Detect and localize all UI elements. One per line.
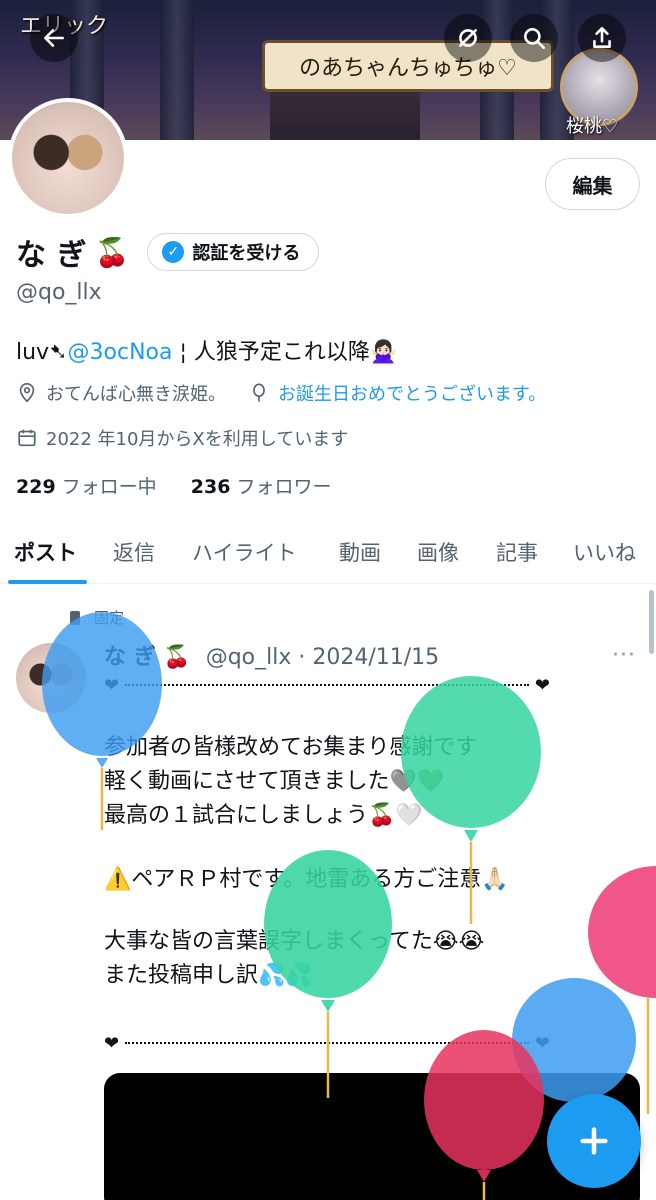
search-button[interactable] <box>510 14 558 62</box>
balloon-green-decoration <box>401 676 541 924</box>
following-link[interactable]: 229 フォロー中 <box>16 476 157 498</box>
get-verified-button[interactable]: ✓ 認証を受ける <box>147 233 320 271</box>
display-name: な ぎ <box>16 238 87 273</box>
verified-badge-icon: ✓ <box>162 241 185 263</box>
tab-videos[interactable]: 動画 <box>339 520 381 584</box>
tab-posts[interactable]: ポスト <box>8 520 87 584</box>
edit-profile-button[interactable]: 編集 <box>545 158 640 210</box>
tab-likes[interactable]: いいね <box>573 520 636 584</box>
following-label: フォロー中 <box>61 476 157 498</box>
back-arrow-icon <box>44 29 64 47</box>
profile-tabs: ポスト 返信 ハイライト 動画 画像 記事 いいね <box>0 520 656 584</box>
back-button[interactable] <box>30 14 78 62</box>
balloon-pink-decoration <box>424 1030 544 1200</box>
share-icon <box>593 26 611 48</box>
search-icon <box>524 28 546 50</box>
tab-images[interactable]: 画像 <box>417 520 459 584</box>
balloon-blue-decoration <box>42 612 162 830</box>
birthday-link[interactable]: お誕生日おめでとうございます。 <box>278 380 546 406</box>
name-emoji: 🍒 <box>94 235 130 269</box>
hide-button[interactable] <box>444 14 492 62</box>
tab-replies[interactable]: 返信 <box>113 520 155 584</box>
tab-articles[interactable]: 記事 <box>496 520 538 584</box>
location-pin-icon <box>16 382 38 404</box>
bio-suffix: ¦ 人狼予定これ以降🙅🏻‍♀️ <box>179 340 398 365</box>
banner-character-name: 桜桃♡ <box>566 116 619 137</box>
more-options-icon[interactable]: ··· <box>612 643 636 668</box>
profile-location: おてんば心無き涙姫。 <box>46 384 226 405</box>
scrollbar[interactable] <box>649 590 654 654</box>
compose-post-button[interactable] <box>547 1094 641 1188</box>
followers-link[interactable]: 236 フォロワー <box>191 476 332 498</box>
profile-bio: luv➷@3ocNoa ¦ 人狼予定これ以降🙅🏻‍♀️ <box>16 334 397 366</box>
profile-meta-row: おてんば心無き涙姫。 お誕生日おめでとうございます。 <box>16 380 546 406</box>
follow-stats: 229 フォロー中 236 フォロワー <box>16 472 331 499</box>
following-count: 229 <box>16 476 56 498</box>
post-author-meta: @qo_llx · 2024/11/15 <box>205 645 440 670</box>
banner-speech-bubble: のあちゃんちゅちゅ♡ <box>262 40 554 92</box>
balloon-green-decoration <box>264 850 392 1098</box>
profile-joined: 2022 年10月からXを利用しています <box>46 429 349 450</box>
profile-name-row: な ぎ 🍒 ✓ 認証を受ける <box>16 230 320 274</box>
followers-label: フォロワー <box>236 476 332 498</box>
divider-heart-left: ❤ <box>104 1032 120 1054</box>
calendar-icon <box>16 427 38 449</box>
compose-plus-icon <box>580 1127 608 1155</box>
bio-mention-link[interactable]: @3ocNoa <box>68 340 173 365</box>
tab-highlights[interactable]: ハイライト <box>192 520 297 584</box>
profile-handle: @qo_llx <box>16 280 102 305</box>
verify-label: 認証を受ける <box>192 243 301 264</box>
followers-count: 236 <box>190 476 231 498</box>
profile-joined-row: 2022 年10月からXを利用しています <box>16 425 348 451</box>
share-button[interactable] <box>578 14 626 62</box>
profile-avatar[interactable] <box>8 98 128 218</box>
bio-prefix: luv➷ <box>16 340 68 365</box>
hide-icon <box>459 29 477 47</box>
balloon-icon <box>248 382 270 404</box>
